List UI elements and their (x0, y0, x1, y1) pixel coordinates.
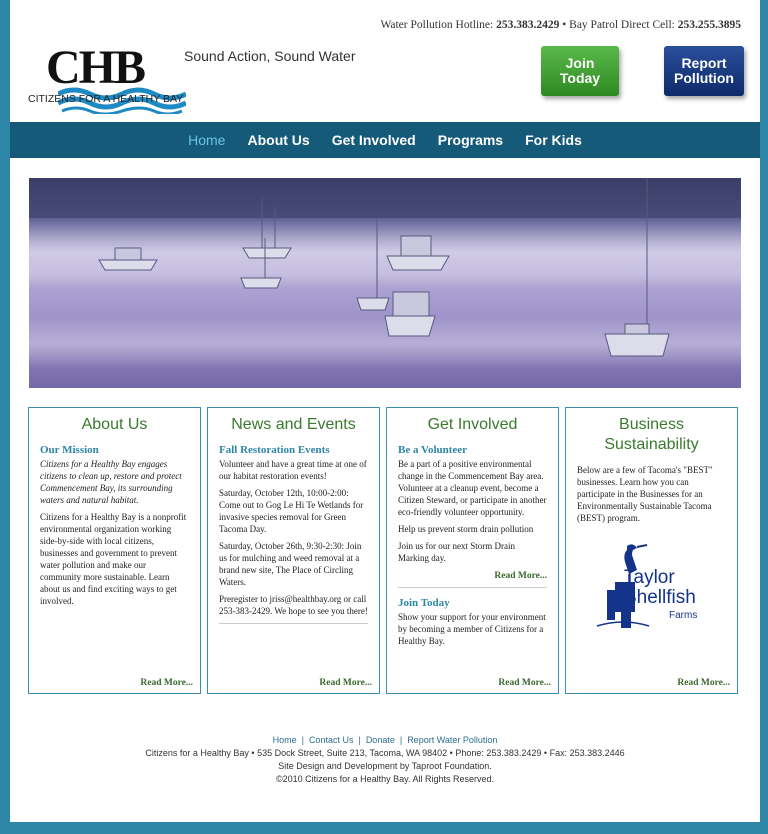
business-read-more-link[interactable]: Read More... (677, 678, 730, 688)
our-mission-heading: Our Mission (40, 444, 99, 456)
fall-restoration-heading: Fall Restoration Events (219, 444, 330, 456)
join-support-text: Show your support for your environment b… (398, 612, 546, 646)
news-events-title: News and Events (231, 416, 356, 433)
hotline-label: Water Pollution Hotline: (380, 19, 494, 31)
report-pollution-button[interactable]: Report Pollution (664, 46, 744, 96)
business-body-text: Below are a few of Tacoma's "BEST" busin… (577, 465, 713, 523)
news-text-1: Volunteer and have a great time at one o… (219, 459, 367, 481)
storm-drain-marking-text: Join us for our next Storm Drain Marking… (398, 541, 515, 563)
about-us-box: About Us Our Mission Citizens for a Heal… (28, 407, 201, 694)
business-sustainability-title: Business Sustainability (604, 416, 699, 453)
join-today-button[interactable]: Join Today (541, 46, 619, 96)
page: CHB CITIZENS FOR A HEALTHY BAY Sound Act… (10, 0, 760, 822)
footer-copyright: ©2010 Citizens for a Healthy Bay. All Ri… (275, 774, 495, 784)
about-body-text: Citizens for a Healthy Bay is a nonprofi… (40, 512, 187, 606)
join-today-label: Join Today (559, 55, 601, 86)
taylor-logo-text-1: Taylor (624, 567, 675, 588)
news-text-2: Saturday, October 12th, 10:00-2:00: Come… (219, 488, 364, 534)
taylor-logo-text-3: Farms (669, 610, 698, 621)
volunteer-text: Be a part of a positive environmental ch… (398, 459, 547, 517)
separator: | (358, 735, 361, 745)
about-read-more-link[interactable]: Read More... (140, 678, 193, 688)
volunteer-read-more-link[interactable]: Read More... (398, 571, 547, 581)
news-events-box: News and Events Fall Restoration Events … (207, 407, 380, 694)
nav-item-for-kids[interactable]: For Kids (525, 132, 582, 148)
logo-subtitle: CITIZENS FOR A HEALTHY BAY (28, 93, 184, 105)
footer-link-donate[interactable]: Donate (366, 735, 395, 745)
footer-address: Citizens for a Healthy Bay • 535 Dock St… (145, 748, 625, 758)
join-today-heading[interactable]: Join Today (398, 597, 547, 609)
divider (398, 587, 547, 588)
logo-text: CHB (46, 41, 146, 94)
hotline-info: Water Pollution Hotline: 253.383.2429 • … (380, 19, 741, 31)
footer-link-report-water-pollution[interactable]: Report Water Pollution (407, 735, 497, 745)
news-read-more-link[interactable]: Read More... (319, 678, 372, 688)
business-sustainability-box: Business Sustainability Below are a few … (565, 407, 738, 694)
nav-item-about-us[interactable]: About Us (247, 132, 309, 148)
patrol-label: • Bay Patrol Direct Cell: (562, 19, 675, 31)
nav-item-home[interactable]: Home (188, 132, 225, 148)
storm-drain-text: Help us prevent storm drain pollution (398, 524, 534, 534)
footer-link-contact-us[interactable]: Contact Us (309, 735, 354, 745)
main-nav: Home About Us Get Involved Programs For … (10, 122, 760, 158)
be-a-volunteer-heading: Be a Volunteer (398, 444, 468, 456)
taylor-logo-text-2: Shellfish (624, 587, 696, 608)
nav-item-programs[interactable]: Programs (438, 132, 503, 148)
news-text-3: Saturday, October 26th, 9:30-2:30: Join … (219, 541, 362, 587)
join-read-more-link[interactable]: Read More... (498, 678, 551, 688)
hero-image-foggy-bay (29, 178, 741, 388)
report-pollution-label: Report Pollution (674, 55, 734, 86)
nav-item-get-involved[interactable]: Get Involved (332, 132, 416, 148)
footer-credit: Site Design and Development by Taproot F… (278, 761, 492, 771)
get-involved-title: Get Involved (427, 416, 518, 433)
get-involved-box: Get Involved Be a Volunteer Be a part of… (386, 407, 559, 694)
footer-link-home[interactable]: Home (273, 735, 297, 745)
tagline: Sound Action, Sound Water (184, 48, 356, 64)
footer: Home | Contact Us | Donate | Report Water Poll… (10, 734, 760, 786)
divider (219, 623, 368, 624)
about-us-title: About Us (81, 416, 148, 433)
mission-text: Citizens for a Healthy Bay engages citiz… (40, 459, 182, 505)
news-text-4: Preregister to jriss@healthbay.org or ca… (219, 594, 368, 616)
separator: | (399, 735, 403, 745)
separator: | (301, 735, 304, 745)
hotline-number: 253.383.2429 (496, 19, 560, 31)
footer-links: Home | Contact Us | Donate | Report Water Poll… (10, 734, 760, 747)
patrol-number: 253.255.3895 (677, 19, 741, 31)
